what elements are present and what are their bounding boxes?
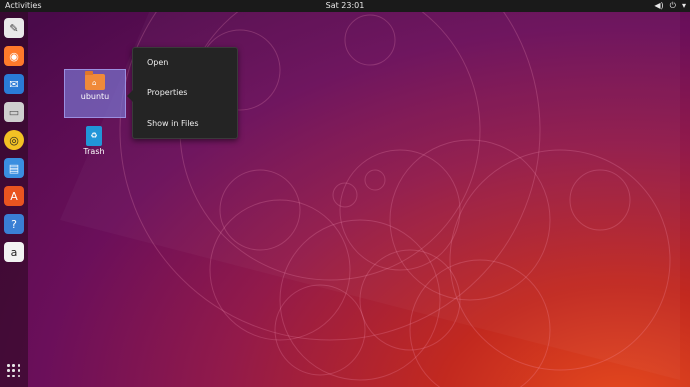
menu-item-show-in-files[interactable]: Show in Files: [147, 119, 199, 128]
home-folder[interactable]: ⌂ ubuntu: [64, 69, 126, 118]
files-icon[interactable]: ▭: [4, 102, 24, 122]
home-folder-label: ubuntu: [80, 92, 110, 101]
text-editor-icon[interactable]: ✎: [4, 18, 24, 38]
volume-icon[interactable]: ◀): [654, 0, 663, 12]
top-bar: Activities Sat 23:01 ◀) ⏻ ▾: [0, 0, 690, 12]
firefox-icon[interactable]: ◉: [4, 46, 24, 66]
dock: ✎ ◉ ✉ ▭ ◎ ▤ A ? a: [0, 12, 28, 387]
thunderbird-icon[interactable]: ✉: [4, 74, 24, 94]
software-center-icon[interactable]: A: [4, 186, 24, 206]
amazon-icon[interactable]: a: [4, 242, 24, 262]
wallpaper-art: [119, 0, 671, 387]
trash[interactable]: ♻ Trash: [64, 126, 124, 156]
show-applications-icon[interactable]: [7, 364, 21, 378]
menu-item-properties[interactable]: Properties: [147, 88, 187, 97]
home-folder-icon: ⌂: [85, 71, 105, 90]
context-menu: Open Properties Show in Files: [127, 47, 238, 139]
system-tray[interactable]: ◀) ⏻ ▾: [654, 0, 686, 12]
menu-item-open[interactable]: Open: [147, 58, 168, 67]
trash-label: Trash: [83, 147, 105, 156]
rhythmbox-icon[interactable]: ◎: [4, 130, 24, 150]
libreoffice-writer-icon[interactable]: ▤: [4, 158, 24, 178]
help-icon[interactable]: ?: [4, 214, 24, 234]
trash-icon: ♻: [86, 126, 102, 146]
menu-arrow-icon[interactable]: ▾: [682, 0, 686, 12]
clock[interactable]: Sat 23:01: [0, 0, 690, 12]
power-icon[interactable]: ⏻: [670, 0, 676, 12]
